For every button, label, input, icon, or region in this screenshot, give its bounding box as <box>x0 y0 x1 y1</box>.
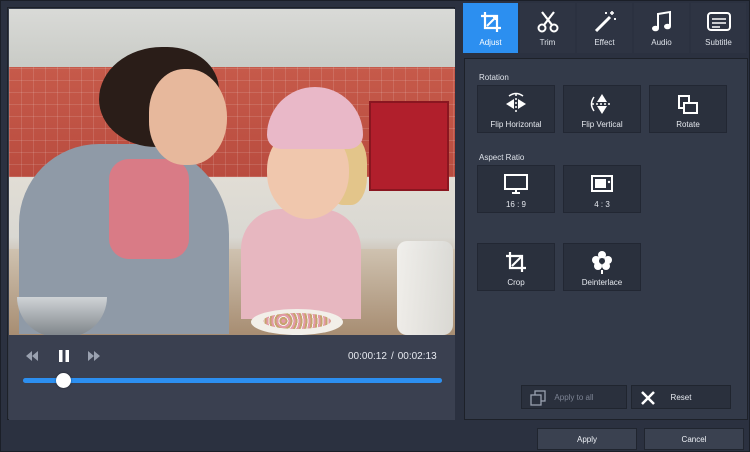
music-note-icon <box>651 10 671 32</box>
seek-bar[interactable] <box>23 373 442 388</box>
monitor-icon <box>504 174 528 194</box>
red-cabinet <box>369 101 449 191</box>
woman-face <box>149 69 227 165</box>
tab-trim[interactable]: Trim <box>520 3 575 53</box>
tab-subtitle[interactable]: Subtitle <box>691 3 746 53</box>
close-icon <box>641 391 655 405</box>
crop-label: Crop <box>507 278 525 287</box>
tab-effect[interactable]: Effect <box>577 3 632 53</box>
apply-button[interactable]: Apply <box>537 428 637 450</box>
fast-forward-icon <box>88 351 100 361</box>
editor-tabs: Adjust Trim Effect Audio Subtitle <box>463 3 749 53</box>
aspect-4-3-label: 4 : 3 <box>594 200 610 209</box>
pause-button[interactable] <box>55 347 73 365</box>
preview-panel: 00:00:12/00:02:13 <box>7 7 455 420</box>
sprinkle-plate <box>251 309 343 335</box>
girl-figure <box>241 209 361 319</box>
flip-horizontal-button[interactable]: Flip Horizontal <box>477 85 555 133</box>
tab-audio[interactable]: Audio <box>634 3 689 53</box>
rotate-button[interactable]: Rotate <box>649 85 727 133</box>
crop-icon <box>506 252 526 272</box>
tab-label: Subtitle <box>705 38 732 47</box>
flip-vertical-icon <box>590 94 612 114</box>
pause-icon <box>59 350 69 362</box>
aspect-ratio-title: Aspect Ratio <box>479 153 525 162</box>
tab-label: Audio <box>651 38 672 47</box>
magic-wand-icon <box>594 11 616 33</box>
apply-to-all-label: Apply to all <box>554 392 594 402</box>
flip-vertical-button[interactable]: Flip Vertical <box>563 85 641 133</box>
rewind-icon <box>26 351 38 361</box>
deinterlace-button[interactable]: Deinterlace <box>563 243 641 291</box>
flip-horizontal-label: Flip Horizontal <box>490 120 542 129</box>
flip-horizontal-icon <box>506 92 526 114</box>
flip-vertical-label: Flip Vertical <box>581 120 623 129</box>
fast-forward-button[interactable] <box>85 347 103 365</box>
time-separator: / <box>390 351 394 362</box>
total-time: 00:02:13 <box>397 351 437 362</box>
video-editor-window: 00:00:12/00:02:13 Adjust Trim Effect Aud… <box>0 0 750 452</box>
tab-label: Adjust <box>479 38 502 47</box>
apply-to-all-button[interactable]: Apply to all <box>521 385 627 409</box>
subtitle-icon <box>706 12 731 31</box>
video-preview[interactable] <box>9 9 455 335</box>
scissors-icon <box>537 11 558 33</box>
playback-controls: 00:00:12/00:02:13 <box>9 335 455 420</box>
deinterlace-label: Deinterlace <box>581 278 623 287</box>
aspect-4-3-button[interactable]: 4 : 3 <box>563 165 641 213</box>
time-display: 00:00:12/00:02:13 <box>348 351 437 362</box>
apply-label: Apply <box>576 434 597 444</box>
current-time: 00:00:12 <box>348 351 387 362</box>
tab-label: Trim <box>539 38 556 47</box>
adjust-panel: Rotation Flip Horizontal Flip Vertical R… <box>464 58 748 420</box>
tv-icon <box>591 175 613 192</box>
crop-adjust-icon <box>480 12 501 32</box>
reset-button[interactable]: Reset <box>631 385 731 409</box>
rewind-button[interactable] <box>23 347 41 365</box>
seek-handle[interactable] <box>55 373 71 388</box>
tab-label: Effect <box>594 38 615 47</box>
flower-icon <box>592 251 612 274</box>
aspect-16-9-button[interactable]: 16 : 9 <box>477 165 555 213</box>
reset-label: Reset <box>670 392 692 402</box>
cancel-button[interactable]: Cancel <box>644 428 744 450</box>
aspect-16-9-label: 16 : 9 <box>505 200 526 209</box>
rotate-icon <box>678 95 698 114</box>
cancel-label: Cancel <box>681 434 707 444</box>
rotation-title: Rotation <box>479 73 509 82</box>
glass-jar <box>397 241 453 335</box>
tab-adjust[interactable]: Adjust <box>463 3 518 53</box>
crop-button[interactable]: Crop <box>477 243 555 291</box>
woman-shirt <box>109 159 189 259</box>
seek-bar-progress <box>23 378 442 383</box>
copy-stack-icon <box>530 390 546 406</box>
rotate-label: Rotate <box>676 120 700 129</box>
